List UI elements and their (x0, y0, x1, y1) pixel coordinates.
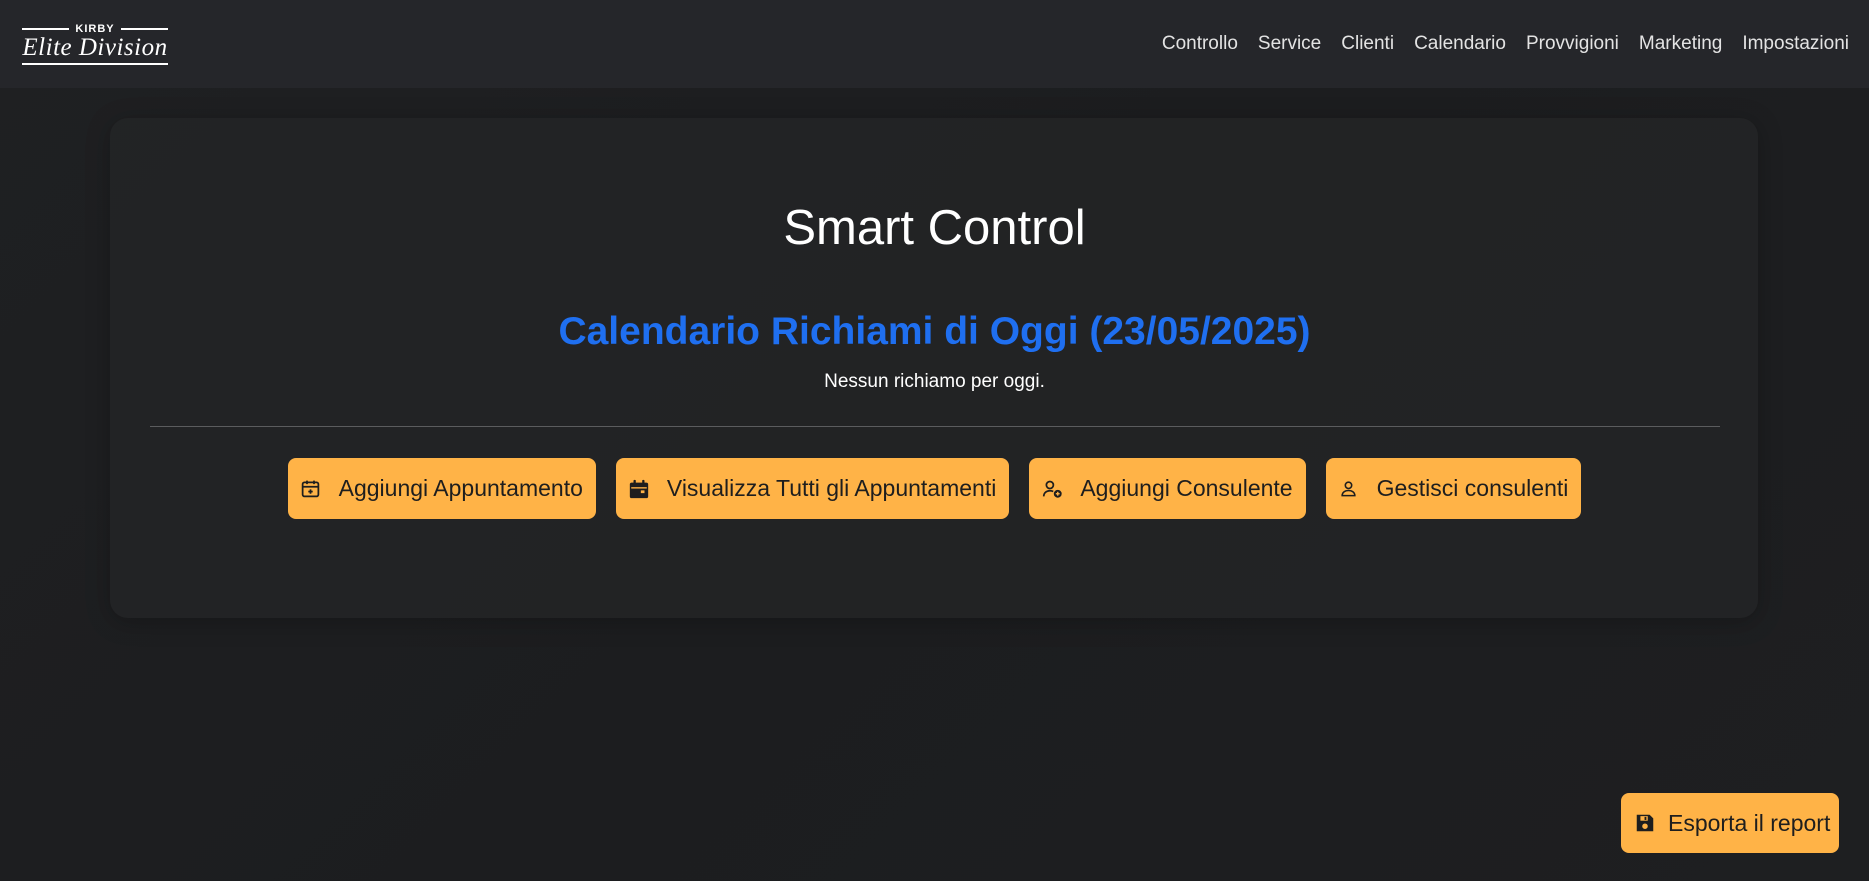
main-nav: Controllo Service Clienti Calendario Pro… (1152, 33, 1849, 55)
user-icon (1338, 478, 1360, 500)
manage-consultants-label: Gestisci consulenti (1376, 475, 1569, 501)
export-report-button[interactable]: Esporta il report (1621, 793, 1839, 853)
navbar: KIRBY Elite Division Controllo Service C… (0, 0, 1869, 88)
nav-item-clienti[interactable]: Clienti (1331, 33, 1404, 55)
logo-brand-script: Elite Division (22, 34, 168, 61)
page: KIRBY Elite Division Controllo Service C… (0, 0, 1869, 881)
calendar-icon (628, 478, 650, 500)
view-all-appointments-button[interactable]: Visualizza Tutti gli Appuntamenti (615, 458, 1010, 519)
add-appointment-label: Aggiungi Appuntamento (338, 475, 583, 501)
manage-consultants-button[interactable]: Gestisci consulenti (1325, 458, 1582, 519)
nav-item-provvigioni[interactable]: Provvigioni (1516, 33, 1629, 55)
calendar-plus-icon (300, 478, 322, 500)
nav-item-calendario[interactable]: Calendario (1404, 33, 1516, 55)
page-title: Smart Control (783, 201, 1086, 255)
save-icon (1634, 812, 1656, 834)
kirby-elite-division-logo[interactable]: KIRBY Elite Division (22, 21, 169, 67)
nav-item-marketing[interactable]: Marketing (1629, 33, 1732, 55)
divider (150, 426, 1720, 427)
add-appointment-button[interactable]: Aggiungi Appuntamento (287, 458, 596, 519)
nav-item-impostazioni[interactable]: Impostazioni (1732, 33, 1849, 55)
add-consultant-label: Aggiungi Consulente (1080, 475, 1293, 501)
empty-callbacks-message: Nessun richiamo per oggi. (824, 371, 1045, 392)
export-report-label: Esporta il report (1668, 809, 1831, 836)
action-buttons: Aggiungi Appuntamento Visualizza Tutti g… (0, 458, 1869, 519)
nav-item-service[interactable]: Service (1248, 33, 1331, 55)
view-all-appointments-label: Visualizza Tutti gli Appuntamenti (666, 475, 997, 501)
add-consultant-button[interactable]: Aggiungi Consulente (1029, 458, 1306, 519)
nav-item-controllo[interactable]: Controllo (1152, 33, 1248, 55)
user-plus-icon (1041, 478, 1063, 500)
dashboard-card (110, 118, 1758, 618)
calendar-heading: Calendario Richiami di Oggi (23/05/2025) (558, 310, 1311, 353)
